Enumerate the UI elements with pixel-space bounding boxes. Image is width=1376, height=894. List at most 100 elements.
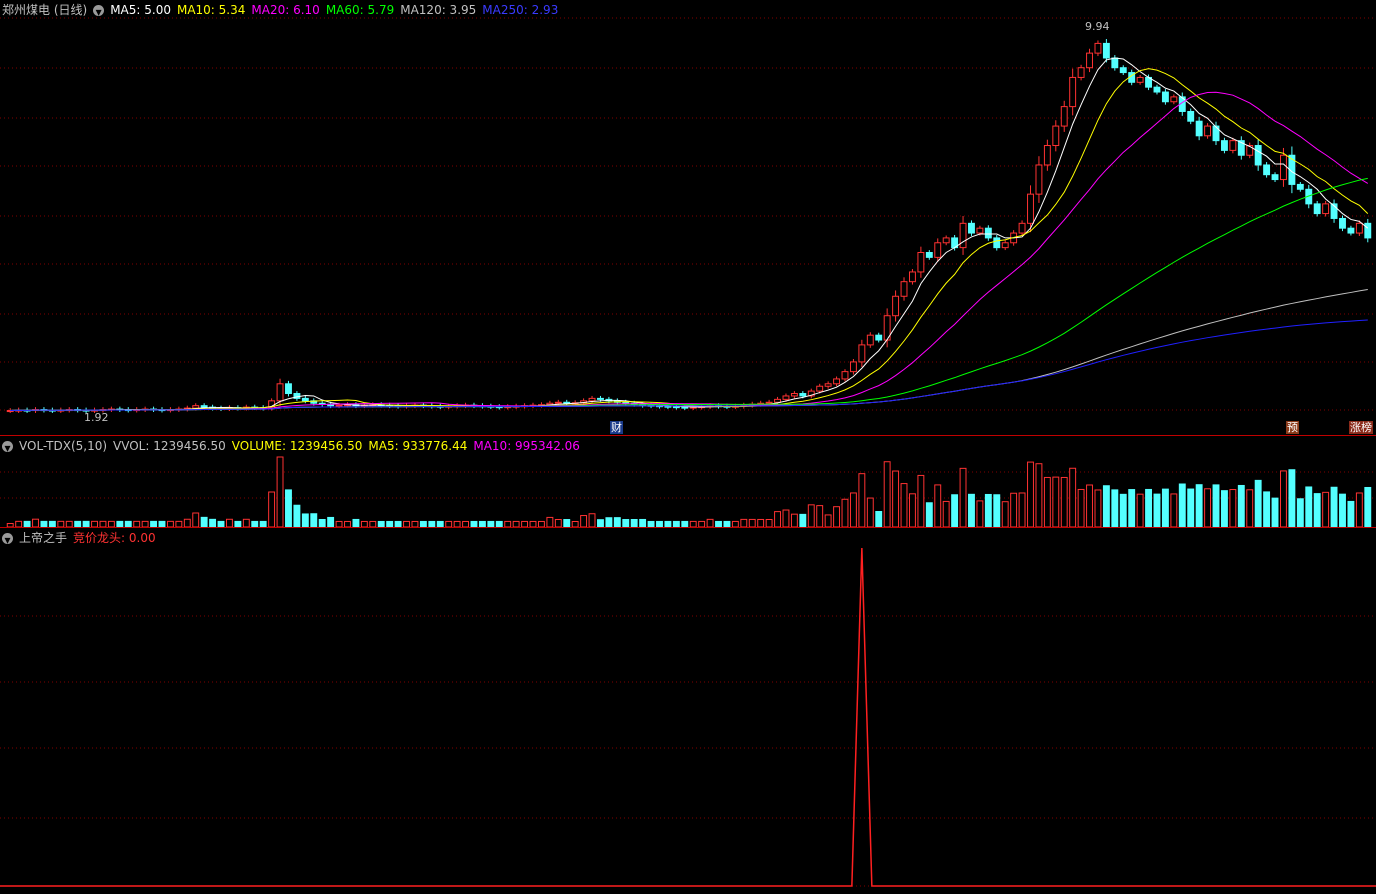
volume-bar — [875, 511, 883, 528]
candle — [1001, 242, 1009, 249]
volume-bar — [807, 504, 815, 528]
indicator-value: 竞价龙头: 0.00 — [73, 531, 156, 545]
volume-bar — [183, 518, 191, 528]
indicator-header: ▾ 上帝之手 竞价龙头: 0.00 — [2, 530, 156, 547]
candle — [866, 334, 874, 346]
volume-bar — [740, 518, 748, 528]
volume-bar — [866, 497, 874, 528]
volume-bar — [1043, 476, 1051, 528]
chevron-down-icon[interactable]: ▾ — [2, 440, 13, 455]
volume-pane[interactable]: ▾ VOL-TDX(5,10) VVOL: 1239456.50 VOLUME:… — [0, 436, 1376, 528]
candle — [841, 371, 849, 380]
candle — [1111, 57, 1119, 69]
volume-bar — [1263, 491, 1271, 528]
candle — [554, 401, 562, 404]
ma60-label: MA60: 5.79 — [325, 3, 395, 17]
candle — [1220, 140, 1228, 151]
candle — [622, 401, 630, 404]
volume-bar — [1018, 492, 1026, 528]
candle — [1263, 164, 1271, 176]
price-chart[interactable] — [0, 0, 1376, 436]
candle — [301, 397, 309, 402]
volume-bar — [554, 519, 562, 528]
volume-bar — [1254, 479, 1262, 528]
ma10-line — [10, 68, 1369, 412]
indicator-title[interactable]: 上帝之手 — [19, 531, 67, 545]
indicator-chart[interactable] — [0, 528, 1376, 894]
candle — [672, 406, 680, 409]
chevron-down-icon[interactable]: ▾ — [93, 4, 105, 19]
volume-bar — [849, 492, 857, 528]
ma120-line — [10, 289, 1368, 412]
volume-bar — [1280, 470, 1287, 528]
volume-bar — [968, 493, 975, 528]
candle — [1161, 91, 1169, 103]
volume-bar — [934, 484, 942, 528]
volume-bar — [1330, 486, 1338, 528]
volume-bar — [276, 456, 284, 528]
volume-bar — [1237, 484, 1245, 528]
gainers-badge[interactable]: 涨榜 — [1349, 421, 1373, 434]
vol-ma5-label: MA5: 933776.44 — [368, 439, 468, 453]
candle — [1119, 67, 1127, 74]
candle — [1027, 193, 1034, 224]
forecast-badge[interactable]: 预 — [1286, 421, 1299, 434]
candle — [790, 393, 798, 397]
candle — [849, 361, 857, 373]
volume-bar — [630, 519, 638, 528]
candle — [917, 251, 925, 273]
low-price-label: 1.92 — [84, 411, 109, 424]
volume-bar — [639, 518, 647, 528]
candle — [1254, 145, 1262, 166]
volume-bar — [883, 461, 891, 528]
candle — [1102, 42, 1110, 59]
candle — [1035, 164, 1043, 195]
volume-bar — [1364, 486, 1372, 528]
candle — [192, 405, 200, 409]
volume-bar — [301, 513, 309, 528]
candle — [833, 378, 841, 385]
volume-bar — [1001, 501, 1009, 528]
candle — [335, 404, 343, 407]
volume-bar — [1212, 484, 1220, 528]
candle — [875, 334, 883, 341]
candle — [1271, 174, 1279, 181]
volume-bar — [546, 516, 554, 528]
candle — [1153, 86, 1161, 93]
volume-bar — [1195, 484, 1203, 528]
candle — [824, 383, 832, 387]
volume-bar — [765, 519, 773, 528]
candle — [908, 271, 916, 283]
finance-badge[interactable]: 财 — [610, 421, 623, 434]
volume-bar — [774, 511, 781, 528]
stock-title[interactable]: 郑州煤电 (日线) — [2, 3, 87, 17]
volume-bar — [327, 516, 335, 528]
volume-bar — [285, 489, 292, 528]
ma60-line — [10, 177, 1368, 412]
candle — [1229, 140, 1237, 151]
volume-bar — [242, 518, 250, 528]
volume-bar — [352, 518, 360, 528]
candle — [1077, 67, 1085, 78]
candle — [925, 251, 933, 258]
volume-bar — [622, 519, 630, 528]
vol-ma10-label: MA10: 995342.06 — [473, 439, 580, 453]
ma20-label: MA20: 6.10 — [251, 3, 320, 17]
volume-bar — [833, 506, 841, 528]
candle — [588, 397, 596, 402]
volume-bar — [925, 502, 933, 528]
indicator-pane[interactable]: ▾ 上帝之手 竞价龙头: 0.00 — [0, 528, 1376, 894]
volume-bar — [1027, 461, 1034, 528]
candle — [1043, 145, 1051, 166]
ma250-line — [10, 319, 1368, 412]
volume-bar — [900, 483, 908, 528]
vol-title[interactable]: VOL-TDX(5,10) — [19, 439, 107, 453]
volume-bar — [563, 519, 571, 528]
chevron-down-icon[interactable]: ▾ — [2, 532, 13, 547]
volume-bar — [1288, 469, 1296, 528]
volume-bar — [1204, 488, 1212, 528]
price-header: 郑州煤电 (日线) ▾ MA5: 5.00 MA10: 5.34 MA20: 6… — [2, 2, 558, 19]
price-pane[interactable]: 郑州煤电 (日线) ▾ MA5: 5.00 MA10: 5.34 MA20: 6… — [0, 0, 1376, 436]
volume-bar — [841, 498, 849, 528]
candle — [285, 383, 292, 395]
